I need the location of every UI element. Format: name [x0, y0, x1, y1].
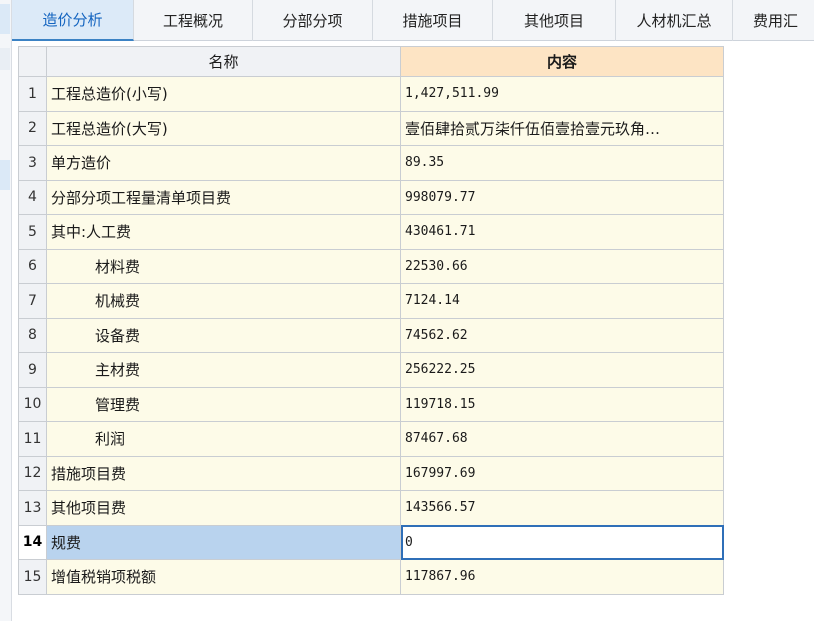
table-row[interactable]: 2 工程总造价(大写) 壹佰肆拾贰万柒仟伍佰壹拾壹元玖角… [18, 110, 724, 146]
row-name-cell[interactable]: 材料费 [46, 248, 401, 284]
row-index: 13 [18, 490, 47, 526]
table-row[interactable]: 3 单方造价 89.35 [18, 145, 724, 181]
row-name-cell[interactable]: 设备费 [46, 317, 401, 353]
table-row[interactable]: 6 材料费 22530.66 [18, 248, 724, 284]
row-value-cell[interactable]: 998079.77 [400, 179, 724, 215]
row-index: 1 [18, 76, 47, 112]
row-value-cell[interactable]: 117867.96 [400, 559, 724, 595]
cost-analysis-table: 名称 内容 1 工程总造价(小写) 1,427,511.99 2 工程总造价(大… [18, 46, 724, 595]
row-value-cell[interactable]: 壹佰肆拾贰万柒仟伍佰壹拾壹元玖角… [400, 110, 724, 146]
table-row[interactable]: 7 机械费 7124.14 [18, 283, 724, 319]
left-panel-marker [0, 160, 10, 190]
tab-sub-items[interactable]: 分部分项 [253, 0, 373, 41]
row-name-cell[interactable]: 机械费 [46, 283, 401, 319]
row-index: 15 [18, 559, 47, 595]
row-index: 12 [18, 455, 47, 491]
tab-fee-summary[interactable]: 费用汇 [733, 0, 814, 41]
column-header-name[interactable]: 名称 [46, 46, 401, 77]
corner-cell [18, 46, 47, 77]
row-value-cell[interactable]: 89.35 [400, 145, 724, 181]
tab-measure-items[interactable]: 措施项目 [373, 0, 493, 41]
row-name-cell[interactable]: 措施项目费 [46, 455, 401, 491]
row-index: 8 [18, 317, 47, 353]
table-row[interactable]: 1 工程总造价(小写) 1,427,511.99 [18, 76, 724, 112]
row-index: 7 [18, 283, 47, 319]
row-value-cell[interactable]: 74562.62 [400, 317, 724, 353]
row-index: 5 [18, 214, 47, 250]
row-name-cell[interactable]: 主材费 [46, 352, 401, 388]
table-row[interactable]: 13 其他项目费 143566.57 [18, 490, 724, 526]
row-name-cell[interactable]: 其他项目费 [46, 490, 401, 526]
row-name-cell[interactable]: 单方造价 [46, 145, 401, 181]
left-panel-marker [0, 48, 10, 70]
row-name-cell[interactable]: 增值税销项税额 [46, 559, 401, 595]
tab-bar: 造价分析 工程概况 分部分项 措施项目 其他项目 人材机汇总 费用汇 [12, 0, 814, 41]
column-header-content[interactable]: 内容 [400, 46, 724, 77]
tab-other-items[interactable]: 其他项目 [493, 0, 616, 41]
row-value-cell[interactable]: 7124.14 [400, 283, 724, 319]
row-index: 2 [18, 110, 47, 146]
row-name-cell[interactable]: 其中:人工费 [46, 214, 401, 250]
table-row[interactable]: 9 主材费 256222.25 [18, 352, 724, 388]
row-index: 10 [18, 386, 47, 422]
table-row[interactable]: 12 措施项目费 167997.69 [18, 455, 724, 491]
row-name-cell[interactable]: 工程总造价(大写) [46, 110, 401, 146]
row-value-cell[interactable]: 1,427,511.99 [400, 76, 724, 112]
row-name-cell[interactable]: 工程总造价(小写) [46, 76, 401, 112]
row-value-cell[interactable]: 143566.57 [400, 490, 724, 526]
row-value-cell[interactable]: 430461.71 [400, 214, 724, 250]
row-index: 14 [18, 524, 47, 560]
tab-project-overview[interactable]: 工程概况 [134, 0, 253, 41]
row-index: 3 [18, 145, 47, 181]
row-value-cell[interactable]: 256222.25 [400, 352, 724, 388]
table-row[interactable]: 11 利润 87467.68 [18, 421, 724, 457]
table-header-row: 名称 内容 [18, 46, 724, 77]
table-row[interactable]: 15 增值税销项税额 117867.96 [18, 559, 724, 595]
row-value-cell[interactable]: 22530.66 [400, 248, 724, 284]
tab-cost-analysis[interactable]: 造价分析 [12, 0, 134, 41]
row-index: 6 [18, 248, 47, 284]
table-row[interactable]: 10 管理费 119718.15 [18, 386, 724, 422]
table-row[interactable]: 8 设备费 74562.62 [18, 317, 724, 353]
left-panel-edge [0, 0, 12, 621]
left-panel-marker [0, 4, 10, 34]
row-value-cell[interactable]: 87467.68 [400, 421, 724, 457]
row-index: 11 [18, 421, 47, 457]
row-value-cell[interactable]: 119718.15 [400, 386, 724, 422]
row-value-cell[interactable]: 167997.69 [400, 455, 724, 491]
row-name-cell[interactable]: 利润 [46, 421, 401, 457]
row-name-cell[interactable]: 管理费 [46, 386, 401, 422]
row-name-cell[interactable]: 规费 [46, 524, 401, 560]
row-name-cell[interactable]: 分部分项工程量清单项目费 [46, 179, 401, 215]
table-row-selected[interactable]: 14 规费 0 [18, 524, 724, 560]
row-value-cell-editing[interactable]: 0 [400, 524, 724, 560]
row-index: 9 [18, 352, 47, 388]
tab-labor-material-machine-summary[interactable]: 人材机汇总 [616, 0, 733, 41]
row-index: 4 [18, 179, 47, 215]
table-row[interactable]: 4 分部分项工程量清单项目费 998079.77 [18, 179, 724, 215]
table-row[interactable]: 5 其中:人工费 430461.71 [18, 214, 724, 250]
